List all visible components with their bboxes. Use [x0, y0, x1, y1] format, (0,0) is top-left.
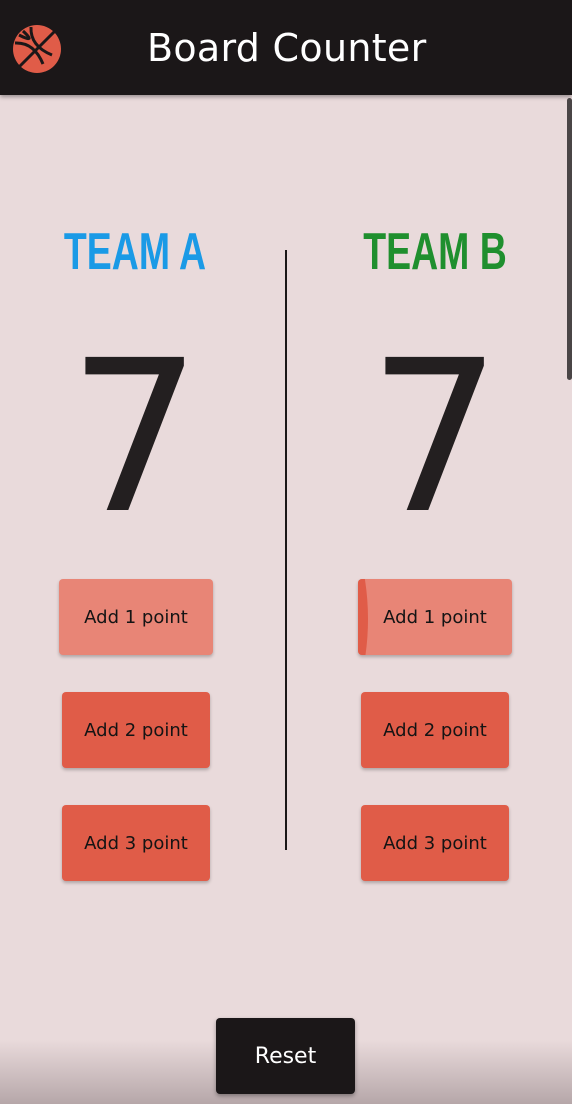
button-label: Add 2 point	[84, 719, 188, 741]
button-label: Add 2 point	[383, 719, 487, 741]
team-a-name: TEAM A	[63, 223, 207, 281]
button-label: Add 1 point	[84, 606, 188, 628]
button-label: Add 3 point	[84, 832, 188, 854]
reset-button[interactable]: Reset	[216, 1018, 355, 1094]
team-a-score: 7	[68, 315, 202, 560]
team-b-add-3-point-button[interactable]: Add 3 point	[361, 805, 509, 881]
press-ripple	[358, 579, 368, 655]
team-a-panel: TEAM A 7 Add 1 point Add 2 point Add 3 p…	[0, 0, 286, 1104]
button-label: Add 3 point	[383, 832, 487, 854]
team-b-add-1-point-button[interactable]: Add 1 point	[358, 579, 512, 655]
team-a-add-3-point-button[interactable]: Add 3 point	[62, 805, 210, 881]
button-label: Add 1 point	[383, 606, 487, 628]
team-a-add-2-point-button[interactable]: Add 2 point	[62, 692, 210, 768]
team-b-name: TEAM B	[363, 223, 507, 281]
team-b-score: 7	[368, 315, 502, 560]
team-b-panel: TEAM B 7 Add 1 point Add 2 point Add 3 p…	[286, 0, 572, 1104]
team-a-add-1-point-button[interactable]: Add 1 point	[59, 579, 213, 655]
team-b-add-2-point-button[interactable]: Add 2 point	[361, 692, 509, 768]
